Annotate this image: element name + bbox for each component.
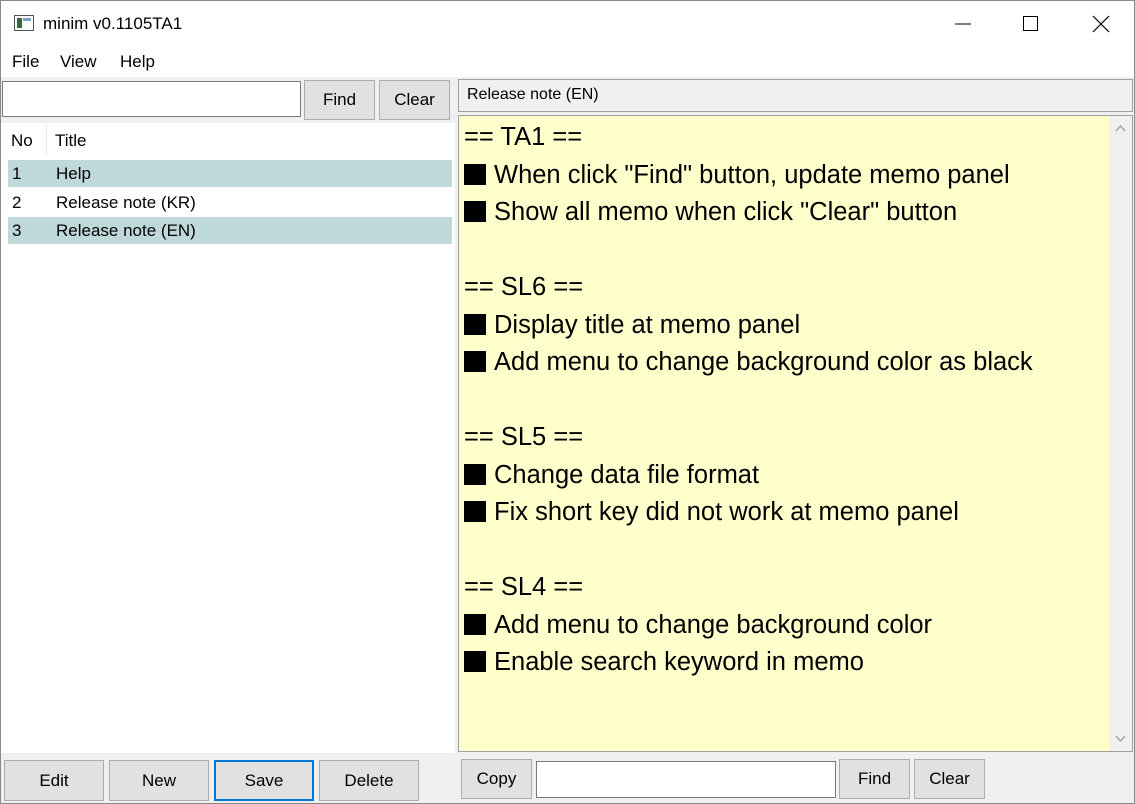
scroll-up-arrow-icon[interactable] [1114, 122, 1127, 135]
memo-bullet-line: Fix short key did not work at memo panel [464, 494, 1104, 532]
column-header-no[interactable]: No [11, 131, 33, 151]
column-header-title[interactable]: Title [55, 131, 87, 151]
memo-line-text: == SL4 == [464, 573, 584, 601]
memo-line-text: Change data file format [494, 460, 760, 489]
memo-blank-line [464, 532, 1104, 570]
memo-heading-line: == SL6 == [464, 269, 1104, 307]
memo-list-panel: Find Clear No Title 1 Help 2 Release not… [1, 77, 455, 753]
memo-heading-line: == TA1 == [464, 119, 1104, 157]
memo-find-button[interactable]: Find [839, 759, 910, 799]
find-button[interactable]: Find [304, 80, 375, 120]
scroll-down-arrow-icon[interactable] [1114, 732, 1127, 745]
black-square-bullet-icon [464, 313, 486, 335]
memo-line-text: == SL6 == [464, 273, 584, 301]
memo-bullet-line: Show all memo when click "Clear" button [464, 194, 1104, 232]
memo-scrollbar[interactable] [1109, 116, 1132, 751]
memo-bullet-line: Display title at memo panel [464, 307, 1104, 345]
row-no: 3 [12, 221, 22, 240]
column-divider[interactable] [46, 125, 47, 155]
memo-bullet-line: Enable search keyword in memo [464, 644, 1104, 682]
row-no: 1 [12, 164, 22, 183]
minimize-button[interactable] [928, 1, 998, 47]
memo-heading-line: == SL4 == [464, 569, 1104, 607]
new-button[interactable]: New [109, 760, 209, 801]
list-row[interactable]: 2 Release note (KR) [8, 189, 452, 216]
minimize-icon [955, 23, 971, 25]
memo-panel: Release note (EN) == TA1 == When click "F… [458, 77, 1134, 753]
bottom-toolbar: Edit New Save Delete Copy Find Clear [1, 753, 1134, 803]
row-no: 2 [12, 193, 22, 212]
memo-line-text: == SL5 == [464, 423, 584, 451]
memo-bullet-line: Add menu to change background color [464, 607, 1104, 645]
close-icon [1092, 15, 1110, 33]
memo-line-text: Add menu to change background color [494, 610, 933, 639]
black-square-bullet-icon [464, 501, 486, 522]
memo-bullet-line: Change data file format [464, 457, 1104, 495]
black-square-bullet-icon [464, 613, 486, 635]
list-row[interactable]: 3 Release note (EN) [8, 217, 452, 244]
memo-blank-line [464, 232, 1104, 270]
memo-bullet-line: Add menu to change background color as b… [464, 344, 1104, 382]
delete-button[interactable]: Delete [319, 760, 419, 801]
row-title: Release note (KR) [56, 193, 196, 212]
menu-bar: File View Help [1, 47, 1134, 77]
memo-search-input[interactable] [536, 761, 836, 798]
black-square-bullet-icon [464, 201, 486, 222]
list-header: No Title [1, 123, 455, 157]
app-icon [14, 15, 34, 31]
memo-blank-line [464, 382, 1104, 420]
edit-button[interactable]: Edit [4, 760, 104, 801]
menu-help[interactable]: Help [120, 52, 155, 72]
menu-view[interactable]: View [60, 52, 97, 72]
memo-heading-line: == SL5 == [464, 419, 1104, 457]
copy-button[interactable]: Copy [461, 759, 532, 799]
memo-textarea[interactable]: == TA1 == When click "Find" button, updat… [458, 115, 1133, 752]
row-title: Help [56, 164, 91, 183]
list-row[interactable]: 1 Help [8, 160, 452, 187]
memo-line-text: == TA1 == [464, 123, 583, 151]
save-button[interactable]: Save [214, 760, 314, 801]
row-title: Release note (EN) [56, 221, 196, 240]
menu-file[interactable]: File [12, 52, 39, 72]
search-input[interactable] [2, 81, 301, 117]
close-button[interactable] [1066, 1, 1135, 47]
clear-button[interactable]: Clear [379, 80, 450, 120]
app-window: minim v0.1105TA1 File View Help Find Cle… [0, 0, 1135, 804]
memo-line-text: Fix short key did not work at memo panel [494, 498, 959, 526]
title-bar[interactable]: minim v0.1105TA1 [1, 1, 1134, 47]
window-title: minim v0.1105TA1 [43, 14, 183, 33]
maximize-icon [1023, 16, 1038, 31]
memo-list[interactable]: No Title 1 Help 2 Release note (KR) 3 Re… [1, 123, 455, 753]
memo-content[interactable]: == TA1 == When click "Find" button, updat… [464, 119, 1104, 682]
memo-title: Release note (EN) [458, 79, 1133, 112]
memo-line-text: Display title at memo panel [494, 310, 801, 339]
memo-line-text: Show all memo when click "Clear" button [494, 198, 958, 226]
memo-clear-button[interactable]: Clear [914, 759, 985, 799]
black-square-bullet-icon [464, 463, 486, 485]
memo-line-text: Enable search keyword in memo [494, 648, 864, 676]
black-square-bullet-icon [464, 351, 486, 372]
memo-line-text: Add menu to change background color as b… [494, 348, 1033, 376]
memo-bullet-line: When click "Find" button, update memo pa… [464, 157, 1104, 195]
black-square-bullet-icon [464, 163, 486, 185]
memo-line-text: When click "Find" button, update memo pa… [494, 160, 1010, 189]
maximize-button[interactable] [996, 1, 1066, 47]
black-square-bullet-icon [464, 651, 486, 672]
